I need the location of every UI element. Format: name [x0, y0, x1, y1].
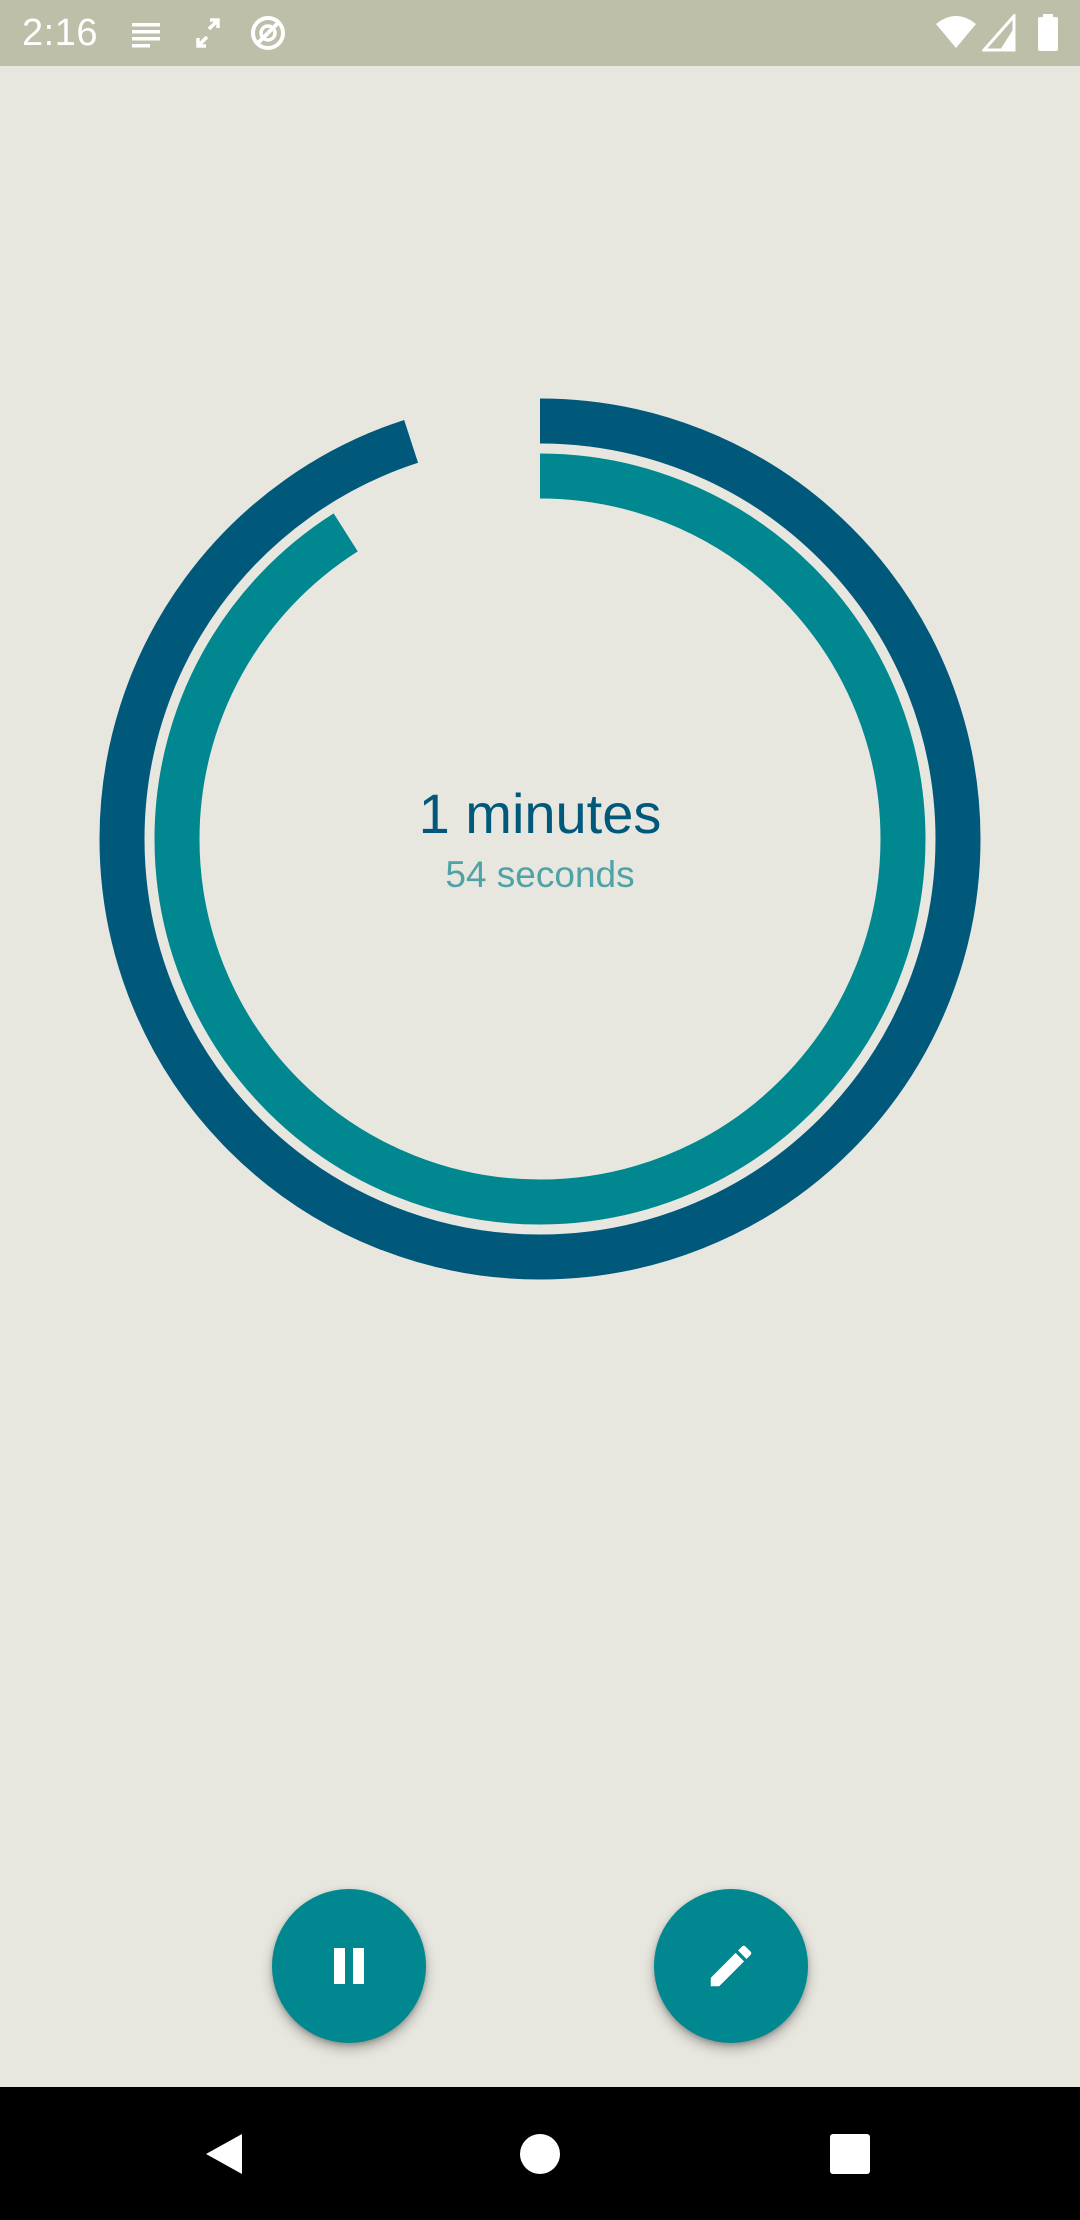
edit-button[interactable] — [654, 1889, 808, 2043]
home-icon — [520, 2133, 560, 2174]
recents-icon — [830, 2133, 870, 2174]
timer-rings — [99, 398, 981, 1280]
pencil-icon — [710, 1945, 752, 1987]
home-button[interactable] — [470, 2087, 610, 2220]
timer-display: 1 minutes 54 seconds — [0, 0, 1080, 2220]
navigation-bar — [0, 2087, 1080, 2220]
back-button[interactable] — [156, 2087, 296, 2220]
pause-button[interactable] — [272, 1889, 426, 2043]
back-icon — [206, 2133, 242, 2174]
recents-button[interactable] — [780, 2087, 920, 2220]
time-minutes: 1 minutes — [418, 782, 662, 845]
pause-icon — [334, 1948, 364, 1984]
time-seconds: 54 seconds — [445, 854, 635, 895]
